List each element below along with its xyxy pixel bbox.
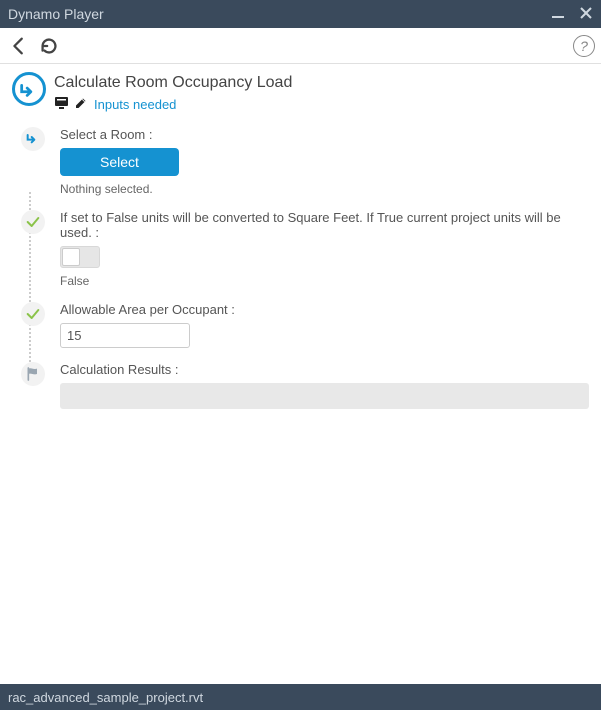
step-results: Calculation Results : [12, 362, 589, 409]
back-button[interactable] [6, 33, 32, 59]
select-arrow-icon [25, 131, 41, 147]
area-input[interactable] [60, 323, 190, 348]
units-toggle[interactable] [60, 246, 100, 268]
monitor-icon[interactable] [54, 96, 70, 113]
step-marker-units [21, 210, 45, 234]
status-link[interactable]: Inputs needed [94, 97, 176, 112]
select-button[interactable]: Select [60, 148, 179, 176]
units-toggle-value: False [60, 274, 589, 288]
select-room-hint: Nothing selected. [60, 182, 589, 196]
footer-filename: rac_advanced_sample_project.rvt [8, 690, 203, 705]
step-select-room: Select a Room : Select Nothing selected. [12, 127, 589, 196]
check-icon [25, 306, 41, 322]
results-output [60, 383, 589, 409]
close-button[interactable] [579, 6, 593, 23]
window-controls [551, 6, 593, 23]
step-units-toggle: If set to False units will be converted … [12, 210, 589, 288]
run-button[interactable] [12, 72, 46, 106]
check-icon [25, 214, 41, 230]
script-header: Calculate Room Occupancy Load Inputs nee… [12, 72, 589, 113]
footer: rac_advanced_sample_project.rvt [0, 684, 601, 710]
refresh-button[interactable] [36, 33, 62, 59]
toggle-knob [62, 248, 80, 266]
help-button[interactable]: ? [573, 35, 595, 57]
run-arrow-icon [18, 78, 40, 100]
minimize-button[interactable] [551, 6, 565, 23]
step-area-per-occupant: Allowable Area per Occupant : [12, 302, 589, 348]
content-area: Calculate Room Occupancy Load Inputs nee… [0, 64, 601, 684]
titlebar: Dynamo Player [0, 0, 601, 28]
step-marker-results [21, 362, 45, 386]
step-marker-area [21, 302, 45, 326]
script-title: Calculate Room Occupancy Load [54, 74, 292, 92]
units-toggle-label: If set to False units will be converted … [60, 210, 589, 240]
edit-icon[interactable] [74, 96, 88, 113]
flag-icon [25, 366, 41, 382]
select-room-label: Select a Room : [60, 127, 589, 142]
step-marker-select [21, 127, 45, 151]
window-title: Dynamo Player [8, 6, 551, 22]
area-label: Allowable Area per Occupant : [60, 302, 589, 317]
results-label: Calculation Results : [60, 362, 589, 377]
toolbar: ? [0, 28, 601, 64]
